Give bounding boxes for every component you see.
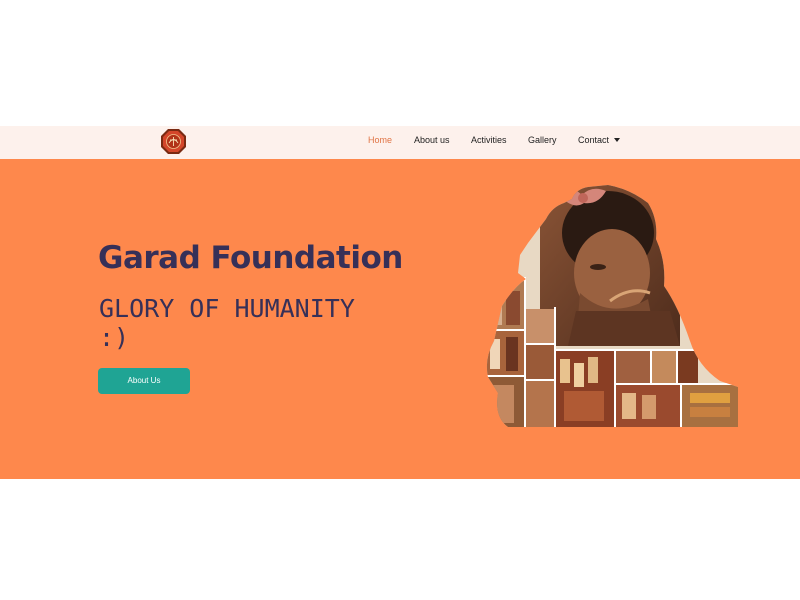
nav-contact[interactable]: Contact xyxy=(578,135,621,145)
hero-section: Garad Foundation GLORY OF HUMANITY :) Ab… xyxy=(0,159,800,479)
nav-activities[interactable]: Activities xyxy=(471,135,507,145)
hero-subtitle: GLORY OF HUMANITY :) xyxy=(99,294,355,352)
navbar: Home About us Activities Gallery Contact xyxy=(0,126,800,159)
hero-title: Garad Foundation xyxy=(98,240,403,276)
chevron-down-icon xyxy=(614,137,621,142)
nav-home[interactable]: Home xyxy=(368,135,392,145)
nav-menu: Home About us Activities Gallery Contact xyxy=(0,126,800,159)
hero-collage-image xyxy=(486,185,738,427)
nav-contact-label: Contact xyxy=(578,135,610,145)
nav-gallery[interactable]: Gallery xyxy=(528,135,557,145)
about-us-button[interactable]: About Us xyxy=(98,368,190,394)
nav-about-us[interactable]: About us xyxy=(414,135,450,145)
